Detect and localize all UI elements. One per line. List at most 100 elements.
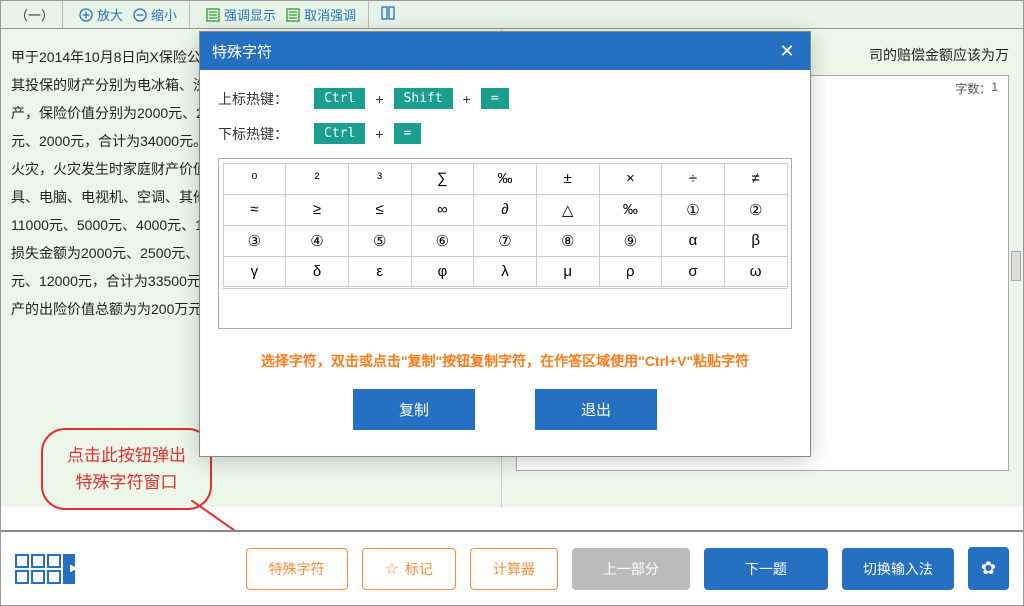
symbol-cell[interactable]: φ — [411, 256, 475, 287]
dialog-title: 特殊字符 — [212, 41, 272, 62]
symbol-cell[interactable]: ‰ — [599, 194, 663, 226]
dialog-actions: 复制 退出 — [218, 389, 792, 430]
key-badge: Shift — [394, 88, 453, 109]
bottom-bar: ▶ 特殊字符 ☆ 标记 计算器 上一部分 下一题 切换输入法 ✿ — [1, 530, 1023, 605]
unhighlight-button[interactable]: 取消强调 — [282, 3, 360, 26]
symbol-cell[interactable]: △ — [536, 194, 600, 226]
next-button[interactable]: 下一题 — [704, 548, 828, 590]
callout-line2: 特殊字符窗口 — [67, 469, 186, 496]
bookmark-button[interactable]: ☆ 标记 — [362, 548, 456, 590]
hotkey-label: 上标热键： — [218, 89, 304, 109]
symbol-cell[interactable]: ≥ — [285, 194, 349, 226]
symbol-cell[interactable]: ⑥ — [411, 225, 475, 257]
unhighlight-icon — [286, 8, 300, 22]
symbol-cell[interactable]: ÷ — [661, 163, 725, 195]
word-count-label: 字数： — [955, 80, 991, 97]
grid-nav-button[interactable]: ▶ — [15, 554, 75, 584]
hotkey-label: 下标热键： — [218, 124, 304, 144]
symbol-cell[interactable]: ∂ — [473, 194, 537, 226]
symbol-grid: ⁰²³∑‰±×÷≠≈≥≤∞∂△‰①②③④⑤⑥⑦⑧⑨αβγδεφλμρσω — [223, 163, 787, 286]
callout-line1: 点击此按钮弹出 — [67, 442, 186, 469]
symbol-table: ⁰²³∑‰±×÷≠≈≥≤∞∂△‰①②③④⑤⑥⑦⑧⑨αβγδεφλμρσω — [218, 158, 792, 329]
symbol-cell[interactable]: ③ — [223, 225, 287, 257]
symbol-cell[interactable]: β — [724, 225, 788, 257]
symbol-cell[interactable]: ⑧ — [536, 225, 600, 257]
symbol-cell[interactable]: ⁰ — [223, 163, 287, 195]
key-badge: Ctrl — [314, 123, 365, 144]
highlight-button[interactable]: 强调显示 — [202, 3, 280, 26]
symbol-cell[interactable]: ① — [661, 194, 725, 226]
symbol-cell[interactable]: ④ — [285, 225, 349, 257]
plus-separator: + — [375, 91, 383, 107]
symbol-cell[interactable]: ε — [348, 256, 412, 287]
unhighlight-label: 取消强调 — [304, 5, 356, 24]
callout-bubble: 点击此按钮弹出 特殊字符窗口 — [41, 428, 212, 510]
calculator-label: 计算器 — [493, 559, 535, 579]
exit-button[interactable]: 退出 — [535, 389, 657, 430]
symbol-cell[interactable]: ‰ — [473, 163, 537, 195]
extra-section — [373, 1, 403, 28]
plus-separator: + — [463, 91, 471, 107]
key-badge: Ctrl — [314, 88, 365, 109]
close-button[interactable]: ✕ — [776, 40, 798, 62]
symbol-cell[interactable]: ∞ — [411, 194, 475, 226]
symbol-cell[interactable]: ω — [724, 256, 788, 287]
copy-button[interactable]: 复制 — [353, 389, 475, 430]
gear-icon: ✿ — [981, 558, 996, 579]
symbol-cell[interactable]: λ — [473, 256, 537, 287]
next-label: 下一题 — [745, 559, 787, 579]
settings-button[interactable]: ✿ — [968, 547, 1009, 590]
dialog-hint: 选择字符，双击或点击"复制"按钮复制字符，在作答区域使用"Ctrl+V"粘贴字符 — [218, 351, 792, 371]
prev-button[interactable]: 上一部分 — [572, 548, 690, 590]
zoom-section: 放大 缩小 — [67, 1, 190, 28]
section-indicator: （一） — [7, 1, 63, 28]
dialog-header: 特殊字符 ✕ — [200, 32, 810, 70]
prev-label: 上一部分 — [603, 559, 659, 579]
zoom-in-label: 放大 — [97, 5, 123, 24]
hotkey-row: 上标热键： Ctrl + Shift + = — [218, 88, 792, 109]
key-badge: = — [394, 123, 422, 144]
symbol-cell[interactable]: ρ — [599, 256, 663, 287]
symbol-cell[interactable]: ② — [724, 194, 788, 226]
symbol-cell[interactable]: ⑦ — [473, 225, 537, 257]
plus-circle-icon — [79, 8, 93, 22]
zoom-out-label: 缩小 — [151, 5, 177, 24]
symbol-cell[interactable]: ∑ — [411, 163, 475, 195]
section-label: （一） — [15, 5, 54, 24]
special-char-label: 特殊字符 — [269, 559, 325, 579]
dialog-body: 上标热键：Ctrl+Shift+=下标热键：Ctrl+= ⁰²³∑‰±×÷≠≈≥… — [200, 70, 810, 456]
word-count-value: 1 — [991, 80, 998, 97]
symbol-cell[interactable]: σ — [661, 256, 725, 287]
special-char-dialog: 特殊字符 ✕ 上标热键： Ctrl + Shift + = 下标热键： Ctrl + = ⁰²³∑… — [199, 31, 811, 457]
zoom-out-button[interactable]: 缩小 — [129, 3, 181, 26]
plus-separator: + — [375, 126, 383, 142]
side-grip[interactable] — [1011, 251, 1021, 281]
symbol-cell[interactable]: ≈ — [223, 194, 287, 226]
symbol-cell[interactable]: μ — [536, 256, 600, 287]
ime-label: 切换输入法 — [863, 559, 933, 579]
symbol-cell[interactable]: ² — [285, 163, 349, 195]
symbol-cell[interactable]: γ — [223, 256, 287, 287]
symbol-cell[interactable]: ≠ — [724, 163, 788, 195]
star-icon: ☆ — [385, 559, 399, 579]
highlight-label: 强调显示 — [224, 5, 276, 24]
symbol-cell[interactable]: ⑤ — [348, 225, 412, 257]
symbol-cell[interactable]: ≤ — [348, 194, 412, 226]
symbol-cell[interactable]: ³ — [348, 163, 412, 195]
ime-button[interactable]: 切换输入法 — [842, 548, 954, 590]
symbol-cell[interactable]: ± — [536, 163, 600, 195]
right-arrow-icon: ▶ — [63, 554, 75, 584]
symbol-cell[interactable]: × — [599, 163, 663, 195]
minus-circle-icon — [133, 8, 147, 22]
special-char-button[interactable]: 特殊字符 — [246, 548, 348, 590]
grid-icon — [15, 554, 61, 584]
symbol-cell[interactable]: α — [661, 225, 725, 257]
symbol-cell[interactable]: ⑨ — [599, 225, 663, 257]
top-toolbar: （一） 放大 缩小 强调显示 取消强调 — [1, 1, 1023, 29]
zoom-in-button[interactable]: 放大 — [75, 3, 127, 26]
split-icon[interactable] — [381, 6, 395, 23]
symbol-cell[interactable]: δ — [285, 256, 349, 287]
calculator-button[interactable]: 计算器 — [470, 548, 558, 590]
key-badge: = — [481, 88, 509, 109]
hotkey-row: 下标热键： Ctrl + = — [218, 123, 792, 144]
